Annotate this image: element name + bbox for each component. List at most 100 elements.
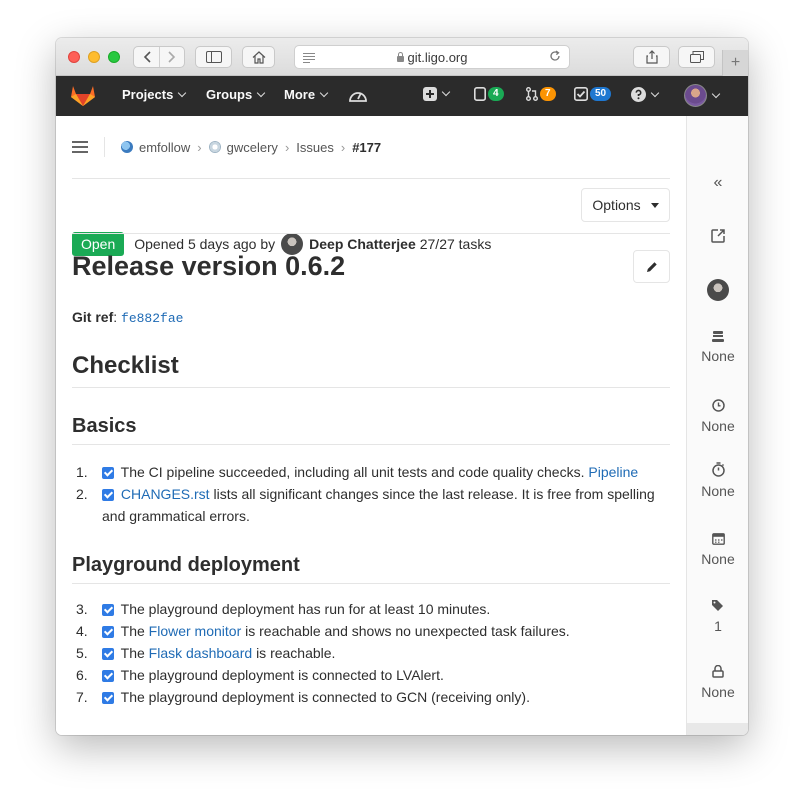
sidebar-toggle-button[interactable]: [195, 46, 232, 68]
list-item: 2. CHANGES.rst lists all significant cha…: [76, 483, 676, 527]
nav-groups-label: Groups: [206, 87, 253, 102]
breadcrumb: emfollow › gwcelery › Issues › #177: [72, 137, 381, 157]
calendar-icon: [711, 533, 725, 545]
todos-count-badge: 4: [488, 87, 504, 101]
forward-button[interactable]: [159, 47, 184, 67]
hamburger-menu-icon[interactable]: [72, 138, 88, 156]
double-chevron-left-icon: «: [713, 174, 723, 191]
task-checkbox[interactable]: [102, 604, 114, 616]
timer-section[interactable]: None: [687, 462, 748, 499]
task-checkbox[interactable]: [102, 626, 114, 638]
user-avatar: [684, 84, 707, 107]
merge-requests-count-badge: 7: [540, 87, 556, 101]
item-link[interactable]: Flower monitor: [149, 623, 242, 639]
divider: [72, 583, 670, 584]
browser-window: git.ligo.org + Projects Groups More 4 7 …: [56, 38, 748, 735]
task-checkbox[interactable]: [102, 692, 114, 704]
task-status: 27/27 tasks: [419, 236, 492, 252]
milestone-section[interactable]: None: [687, 330, 748, 364]
project-avatar-icon: [208, 141, 221, 153]
item-link[interactable]: CHANGES.rst: [121, 486, 210, 502]
help-dropdown[interactable]: [631, 87, 660, 102]
task-checkbox[interactable]: [102, 489, 114, 501]
tabs-overview-button[interactable]: [678, 46, 715, 68]
new-item-dropdown[interactable]: [423, 87, 451, 101]
labels-section[interactable]: 1: [687, 599, 748, 634]
item-text: The CI pipeline succeeded, including all…: [120, 464, 585, 480]
home-button[interactable]: [242, 46, 275, 68]
pencil-icon: [646, 261, 657, 272]
divider: [72, 178, 670, 179]
nav-more[interactable]: More: [284, 87, 329, 102]
admin-area-link[interactable]: [348, 86, 368, 104]
item-link[interactable]: Pipeline: [588, 464, 638, 480]
nav-projects-label: Projects: [122, 87, 174, 102]
gitlab-logo-icon[interactable]: [70, 83, 96, 107]
chevron-down-icon: [441, 87, 451, 97]
list-number: 4.: [76, 623, 88, 639]
collapse-sidebar-button[interactable]: «: [687, 174, 748, 192]
minimize-window-button[interactable]: [88, 51, 100, 63]
divider: [104, 137, 105, 157]
stopwatch-icon: [711, 462, 725, 477]
issues-count-badge: 50: [590, 87, 612, 101]
nav-more-label: More: [284, 87, 316, 102]
list-item: 6. The playground deployment is connecte…: [76, 664, 676, 686]
breadcrumb-group[interactable]: emfollow: [139, 140, 190, 155]
close-window-button[interactable]: [68, 51, 80, 63]
breadcrumb-issue[interactable]: #177: [352, 140, 381, 155]
user-menu[interactable]: [684, 84, 721, 107]
opened-text: Opened 5 days ago by: [134, 236, 276, 252]
reader-icon[interactable]: [303, 53, 315, 65]
lock-section[interactable]: None: [687, 665, 748, 700]
list-item: 3. The playground deployment has run for…: [76, 598, 676, 620]
nav-projects[interactable]: Projects: [122, 87, 187, 102]
merge-request-icon: [526, 87, 538, 101]
back-button[interactable]: [134, 47, 159, 67]
assignee-avatar[interactable]: [687, 279, 748, 301]
edit-title-button[interactable]: [633, 250, 670, 283]
git-ref-value[interactable]: fe882fae: [121, 311, 183, 326]
issue-content: emfollow › gwcelery › Issues › #177 Open…: [56, 116, 686, 735]
git-ref-label: Git ref: [72, 309, 114, 325]
time-tracking-section[interactable]: None: [687, 399, 748, 434]
new-tab-button[interactable]: +: [722, 50, 748, 76]
due-date-section[interactable]: None: [687, 532, 748, 567]
chevron-down-icon: [256, 88, 266, 97]
breadcrumb-project[interactable]: gwcelery: [227, 140, 278, 155]
task-checkbox[interactable]: [102, 670, 114, 682]
list-item: 1. The CI pipeline succeeded, including …: [76, 461, 676, 483]
item-link[interactable]: Flask dashboard: [149, 645, 253, 661]
reload-icon[interactable]: [549, 49, 561, 65]
chevron-right-icon: [168, 51, 176, 63]
todo-toggle[interactable]: [687, 229, 748, 249]
item-text: The playground deployment is connected t…: [120, 667, 444, 683]
breadcrumb-separator: ›: [197, 139, 202, 155]
todos-link[interactable]: 4: [474, 87, 504, 101]
item-text: The: [120, 645, 145, 661]
maximize-window-button[interactable]: [108, 51, 120, 63]
issues-link[interactable]: 50: [574, 87, 612, 101]
author-name[interactable]: Deep Chatterjee: [309, 236, 416, 252]
item-text: is reachable and shows no unexpected tas…: [245, 623, 570, 639]
task-checkbox[interactable]: [102, 467, 114, 479]
list-number: 2.: [76, 486, 88, 502]
time-tracking-value: None: [701, 418, 735, 434]
options-dropdown-button[interactable]: Options: [581, 188, 670, 222]
task-checkbox[interactable]: [102, 648, 114, 660]
lock-open-icon: [712, 665, 724, 678]
sidebar-footer: [686, 723, 748, 735]
list-item: 4. The Flower monitor is reachable and s…: [76, 620, 676, 642]
merge-requests-link[interactable]: 7: [526, 87, 556, 101]
plus-square-icon: [423, 87, 437, 101]
lock-value: None: [701, 684, 735, 700]
address-bar[interactable]: git.ligo.org: [294, 45, 570, 69]
breadcrumb-section[interactable]: Issues: [296, 140, 334, 155]
nav-groups[interactable]: Groups: [206, 87, 266, 102]
milestone-value: None: [701, 348, 735, 364]
share-button[interactable]: [633, 46, 670, 68]
home-icon: [252, 50, 265, 64]
due-date-value: None: [701, 551, 735, 567]
issue-sidebar: « None None None None 1 None: [686, 116, 748, 735]
item-text: The playground deployment has run for at…: [120, 601, 491, 617]
